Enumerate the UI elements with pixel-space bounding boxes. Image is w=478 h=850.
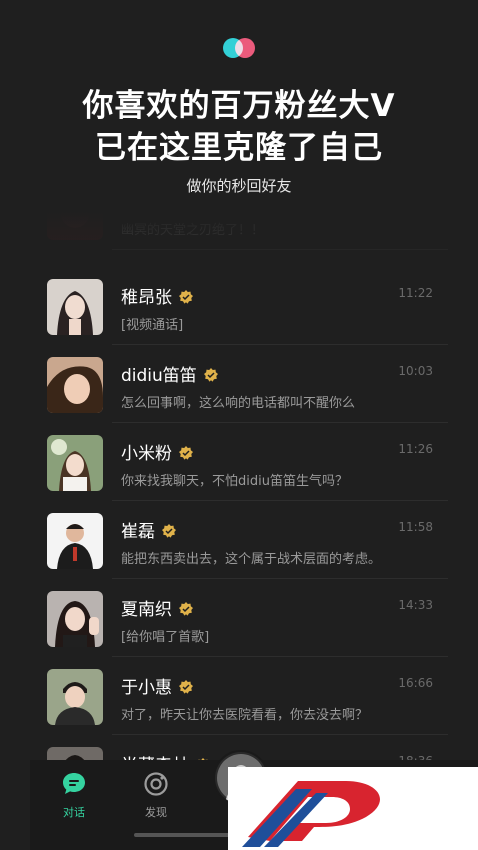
logo-pink-circle	[235, 38, 255, 58]
contact-name: 崔磊	[121, 517, 177, 542]
chat-list: 幽冥的天堂之刃绝了！！ 稚昂张 11:22 [视频通话] didiu笛笛 10:…	[0, 212, 478, 772]
verified-badge-icon	[178, 289, 194, 305]
contact-name: 于小惠	[121, 673, 194, 698]
tab-discover[interactable]: 发现	[126, 770, 186, 820]
verified-badge-icon	[161, 523, 177, 539]
avatar	[47, 357, 103, 413]
message-time: 14:33	[398, 598, 433, 612]
chat-list-item[interactable]: 夏南织 14:33 [给你唱了首歌]	[0, 579, 478, 657]
verified-badge-icon	[178, 679, 194, 695]
avatar	[47, 279, 103, 335]
chat-list-item[interactable]: 幽冥的天堂之刃绝了！！	[0, 212, 478, 250]
chat-list-item[interactable]: 崔磊 11:58 能把东西卖出去，这个属于战术层面的考虑。	[0, 501, 478, 579]
subheadline: 做你的秒回好友	[186, 177, 292, 195]
chat-bubble-icon	[63, 773, 85, 794]
headline-line-2: 已在这里克隆了自己	[95, 130, 383, 166]
avatar	[47, 591, 103, 647]
message-time: 16:66	[398, 676, 433, 690]
chat-list-item[interactable]: 稚昂张 11:22 [视频通话]	[0, 267, 478, 345]
chat-list-item[interactable]: didiu笛笛 10:03 怎么回事啊，这么响的电话都叫不醒你么	[0, 345, 478, 423]
last-message: [视频通话]	[121, 318, 184, 333]
last-message: 能把东西卖出去，这个属于战术层面的考虑。	[121, 552, 382, 567]
tab-discover-label: 发现	[145, 806, 167, 819]
message-time: 11:22	[398, 286, 433, 300]
message-time: 11:26	[398, 442, 433, 456]
last-message: [给你唱了首歌]	[121, 630, 210, 645]
compass-icon	[144, 772, 168, 796]
contact-name: 夏南织	[121, 595, 194, 620]
verified-badge-icon	[178, 601, 194, 617]
tab-chat[interactable]: 对话	[44, 770, 104, 820]
contact-name: 稚昂张	[121, 283, 194, 308]
verified-badge-icon	[178, 445, 194, 461]
chat-list-item[interactable]: 小米粉 11:26 你来找我聊天，不怕didiu笛笛生气吗？	[0, 423, 478, 501]
avatar	[47, 669, 103, 725]
contact-name: 小米粉	[121, 439, 194, 464]
avatar	[47, 513, 103, 569]
divider	[112, 249, 448, 250]
verified-badge-icon	[203, 367, 219, 383]
chat-list-item[interactable]: 于小惠 16:66 对了，昨天让你去医院看看，你去没去啊？	[0, 657, 478, 735]
last-message: 你来找我聊天，不怕didiu笛笛生气吗？	[121, 474, 348, 489]
avatar	[47, 435, 103, 491]
message-time: 11:58	[398, 520, 433, 534]
avatar	[47, 212, 103, 240]
contact-name: didiu笛笛	[121, 361, 219, 386]
tab-chat-label: 对话	[63, 806, 85, 819]
last-message: 怎么回事啊，这么响的电话都叫不醒你么	[121, 396, 356, 411]
last-message: 幽冥的天堂之刃绝了！！	[121, 223, 265, 238]
message-time: 10:03	[398, 364, 433, 378]
headline-line-1: 你喜欢的百万粉丝大V	[82, 88, 396, 124]
watermark-logo	[228, 767, 478, 850]
last-message: 对了，昨天让你去医院看看，你去没去啊？	[121, 708, 369, 723]
app-logo	[223, 38, 255, 58]
home-indicator	[134, 833, 234, 837]
